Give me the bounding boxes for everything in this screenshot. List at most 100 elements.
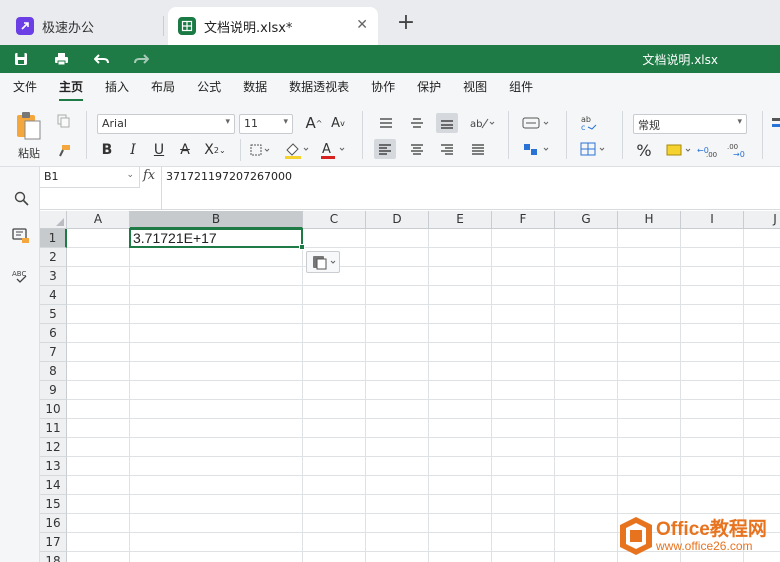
font-size-select[interactable]: 11 ▾ bbox=[239, 114, 293, 134]
svg-text:A: A bbox=[322, 142, 331, 157]
menu-item[interactable]: 保护 bbox=[417, 73, 441, 103]
text-orientation-icon[interactable]: ab bbox=[467, 113, 497, 133]
menu-bar: 文件 主页 插入 布局 公式 数据 数据透视表 协作 保护 视图 组件 bbox=[0, 73, 780, 103]
select-all-corner[interactable] bbox=[40, 211, 67, 229]
row-header-13[interactable]: 13 bbox=[40, 457, 67, 476]
column-header-e[interactable]: E bbox=[429, 211, 492, 229]
menu-item[interactable]: 组件 bbox=[509, 73, 533, 103]
merge-cells-icon[interactable] bbox=[520, 139, 552, 159]
bold-icon[interactable]: B bbox=[98, 141, 116, 159]
row-header-8[interactable]: 8 bbox=[40, 362, 67, 381]
decrease-font-icon[interactable]: Av bbox=[328, 113, 348, 133]
align-bottom-icon[interactable] bbox=[436, 113, 458, 133]
copy-icon[interactable] bbox=[56, 113, 72, 129]
number-format-select[interactable]: 常规 ▾ bbox=[633, 114, 747, 134]
font-color-icon[interactable]: A bbox=[318, 139, 348, 161]
tab-home[interactable]: 极速办公 bbox=[6, 7, 162, 45]
save-icon[interactable] bbox=[13, 51, 29, 67]
align-center-icon[interactable] bbox=[407, 141, 427, 157]
search-icon[interactable] bbox=[12, 189, 30, 207]
decrease-decimal-icon[interactable]: .00 →0 bbox=[726, 140, 748, 160]
align-right-icon[interactable] bbox=[437, 141, 457, 157]
column-header-f[interactable]: F bbox=[492, 211, 555, 229]
redo-icon[interactable] bbox=[133, 51, 149, 67]
italic-icon[interactable]: I bbox=[124, 141, 142, 159]
strikethrough-icon[interactable]: A bbox=[176, 141, 194, 159]
fill-color-icon[interactable] bbox=[282, 139, 312, 161]
font-name-select[interactable]: Arial ▾ bbox=[97, 114, 235, 134]
more-tools-icon[interactable] bbox=[770, 113, 780, 133]
row-header-4[interactable]: 4 bbox=[40, 286, 67, 305]
rocket-icon bbox=[16, 17, 34, 35]
format-painter-icon[interactable] bbox=[56, 143, 72, 159]
row-header-7[interactable]: 7 bbox=[40, 343, 67, 362]
underline-icon[interactable]: U bbox=[150, 141, 168, 159]
grid-row-line bbox=[67, 323, 780, 324]
spellcheck-icon[interactable]: ABC bbox=[12, 267, 30, 285]
increase-decimal-icon[interactable]: ←0.00 bbox=[696, 140, 718, 160]
name-box[interactable]: B1 ⌄ bbox=[40, 167, 140, 188]
watermark-title: Office教程网 bbox=[656, 519, 767, 540]
increase-font-icon[interactable]: A ^ bbox=[304, 113, 324, 133]
menu-item[interactable]: 数据透视表 bbox=[289, 73, 349, 103]
function-icon[interactable]: fx bbox=[143, 168, 155, 183]
spellcheck-icon[interactable]: ab c bbox=[578, 113, 600, 133]
column-header-g[interactable]: G bbox=[555, 211, 618, 229]
row-header-3[interactable]: 3 bbox=[40, 267, 67, 286]
menu-item[interactable]: 插入 bbox=[105, 73, 129, 103]
menu-item[interactable]: 布局 bbox=[151, 73, 175, 103]
paste-label[interactable]: 粘贴 bbox=[12, 146, 46, 160]
column-header-b[interactable]: B bbox=[130, 211, 303, 229]
row-header-1[interactable]: 1 bbox=[40, 229, 67, 248]
menu-item[interactable]: 视图 bbox=[463, 73, 487, 103]
paste-options-button[interactable] bbox=[306, 251, 340, 273]
paste-icon[interactable] bbox=[14, 111, 44, 141]
align-top-icon[interactable] bbox=[376, 115, 396, 131]
menu-item[interactable]: 文件 bbox=[13, 73, 37, 103]
percent-icon[interactable]: % bbox=[634, 140, 654, 160]
column-header-h[interactable]: H bbox=[618, 211, 681, 229]
column-header-i[interactable]: I bbox=[681, 211, 744, 229]
new-tab-button[interactable]: + bbox=[394, 10, 418, 35]
currency-format-icon[interactable] bbox=[664, 140, 694, 160]
comment-icon[interactable] bbox=[12, 227, 30, 245]
row-header-15[interactable]: 15 bbox=[40, 495, 67, 514]
menu-item[interactable]: 主页 bbox=[59, 73, 84, 103]
row-header-9[interactable]: 9 bbox=[40, 381, 67, 400]
wrap-text-icon[interactable] bbox=[520, 113, 552, 133]
fill-handle[interactable] bbox=[299, 244, 305, 250]
column-header-c[interactable]: C bbox=[303, 211, 366, 229]
row-header-2[interactable]: 2 bbox=[40, 248, 67, 267]
menu-item[interactable]: 公式 bbox=[197, 73, 221, 103]
justify-icon[interactable] bbox=[468, 141, 488, 157]
grid-row-line bbox=[67, 361, 780, 362]
insert-cells-icon[interactable] bbox=[578, 139, 608, 159]
column-header-j[interactable]: J bbox=[744, 211, 780, 229]
row-header-6[interactable]: 6 bbox=[40, 324, 67, 343]
row-header-16[interactable]: 16 bbox=[40, 514, 67, 533]
office-logo-icon bbox=[620, 517, 652, 555]
print-icon[interactable] bbox=[53, 51, 69, 67]
row-header-18[interactable]: 18 bbox=[40, 552, 67, 562]
close-icon[interactable]: ✕ bbox=[356, 17, 368, 33]
menu-item[interactable]: 数据 bbox=[243, 73, 267, 103]
menu-item[interactable]: 协作 bbox=[371, 73, 395, 103]
tab-document[interactable]: 文档说明.xlsx* ✕ bbox=[168, 7, 378, 45]
row-header-10[interactable]: 10 bbox=[40, 400, 67, 419]
grid-row-line bbox=[67, 304, 780, 305]
borders-icon[interactable] bbox=[248, 141, 274, 159]
grid-row-line bbox=[67, 399, 780, 400]
align-left-icon[interactable] bbox=[374, 139, 396, 159]
align-middle-icon[interactable] bbox=[407, 115, 427, 131]
column-header-a[interactable]: A bbox=[67, 211, 130, 229]
row-header-11[interactable]: 11 bbox=[40, 419, 67, 438]
formula-input[interactable]: 371721197207267000 bbox=[166, 170, 292, 183]
row-header-12[interactable]: 12 bbox=[40, 438, 67, 457]
undo-icon[interactable] bbox=[93, 51, 109, 67]
row-header-5[interactable]: 5 bbox=[40, 305, 67, 324]
row-header-14[interactable]: 14 bbox=[40, 476, 67, 495]
column-header-d[interactable]: D bbox=[366, 211, 429, 229]
grid-row-line bbox=[67, 285, 780, 286]
subscript-icon[interactable]: X 2 ⌄ bbox=[202, 141, 228, 159]
row-header-17[interactable]: 17 bbox=[40, 533, 67, 552]
